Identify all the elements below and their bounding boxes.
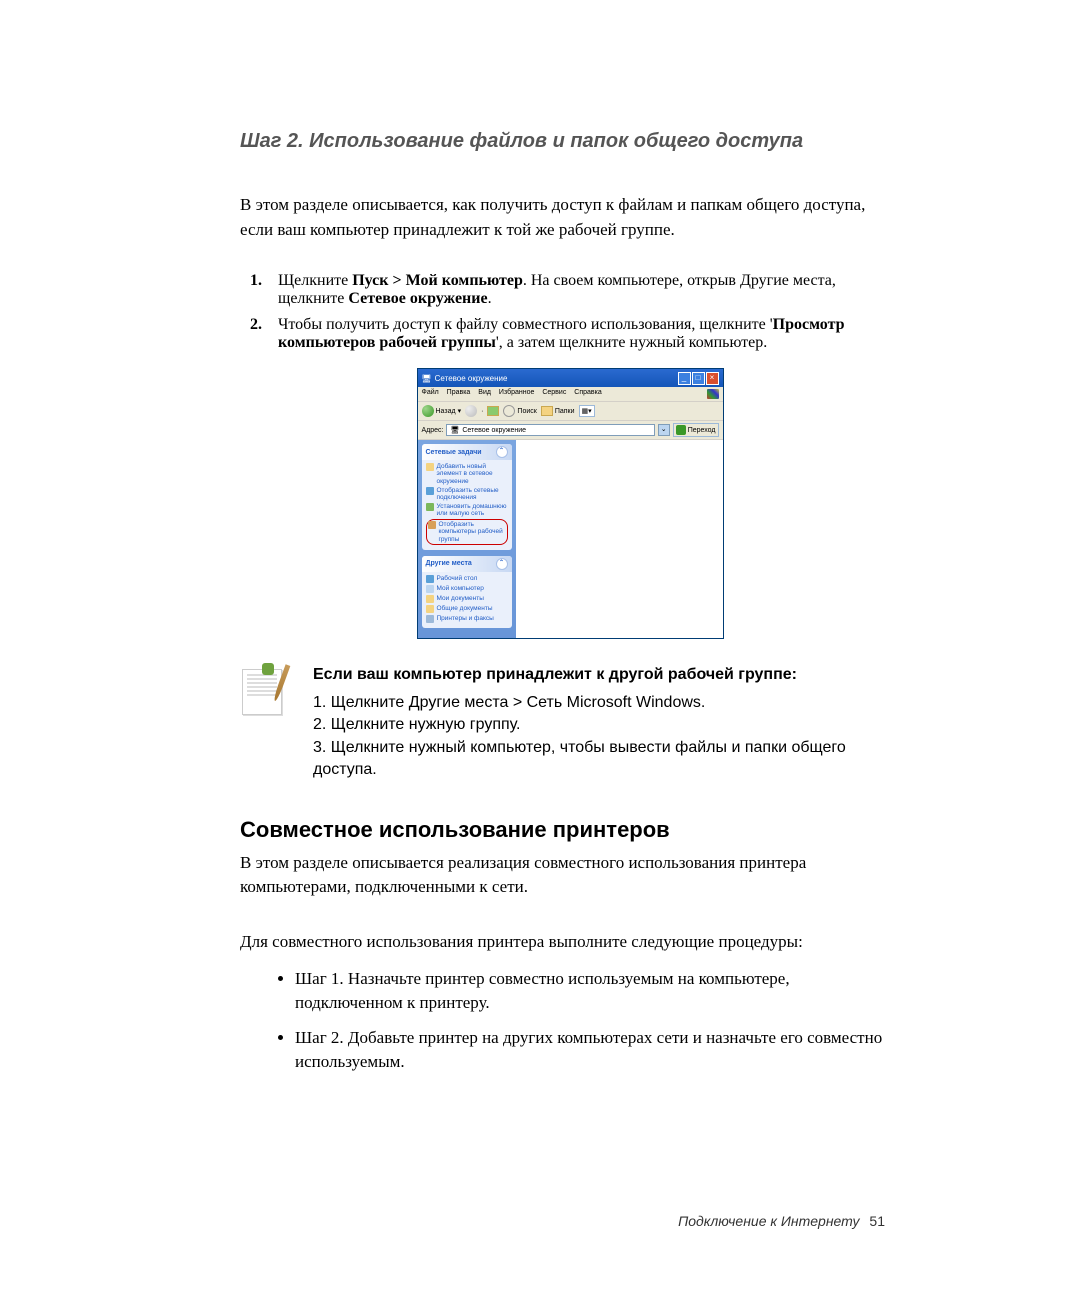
xp-menubar: Файл Правка Вид Избранное Сервис Справка: [418, 387, 723, 402]
addr-dropdown[interactable]: ⌄: [658, 424, 670, 436]
footer-text: Подключение к Интернету: [678, 1213, 859, 1229]
bullet-list: Шаг 1. Назначьте принтер совместно испол…: [240, 967, 900, 1076]
text: ', а затем щелкните нужный компьютер.: [496, 334, 767, 351]
window-title: Сетевое окружение: [435, 374, 508, 383]
go-button[interactable]: Переход: [673, 423, 719, 437]
paragraph: Для совместного использования принтера в…: [240, 930, 900, 955]
task-add-place[interactable]: Добавить новый элемент в сетевое окружен…: [426, 463, 508, 484]
addr-label: Адрес:: [422, 427, 444, 434]
screenshot-network-places: 🖥Сетевое окружение _ □ × Файл Правка Вид…: [417, 368, 724, 638]
xp-addressbar: Адрес: 🖥Сетевое окружение ⌄ Переход: [418, 421, 723, 440]
panel-network-tasks: Сетевые задачи ⌃ Добавить новый элемент в…: [422, 444, 512, 549]
paragraph: В этом разделе описывается реализация со…: [240, 851, 900, 900]
panel-title: Сетевые задачи: [426, 449, 482, 456]
addr-value: Сетевое окружение: [462, 427, 526, 434]
close-button[interactable]: ×: [706, 372, 719, 385]
xp-content-area: [516, 440, 723, 637]
step-title: Шаг 2. Использование файлов и папок обще…: [240, 130, 900, 153]
menu-file[interactable]: Файл: [422, 389, 439, 396]
folders-button[interactable]: Папки: [541, 406, 575, 416]
note-line-3: 3. Щелкните нужный компьютер, чтобы выве…: [313, 737, 900, 782]
up-button[interactable]: [487, 406, 499, 416]
forward-button[interactable]: [465, 405, 477, 417]
text-bold: Сетевое окружение: [348, 290, 487, 307]
text-bold: Пуск > Мой компьютер: [352, 272, 523, 289]
collapse-icon[interactable]: ⌃: [496, 446, 508, 458]
note-title: Если ваш компьютер принадлежит к другой …: [313, 664, 900, 686]
bullet-item: Шаг 1. Назначьте принтер совместно испол…: [295, 967, 900, 1016]
panel-other-places: Другие места ⌃ Рабочий стол Мой компьютер…: [422, 556, 512, 628]
note-icon: [240, 666, 288, 714]
back-button[interactable]: Назад ▾: [422, 405, 462, 417]
collapse-icon[interactable]: ⌃: [496, 558, 508, 570]
xp-toolbar: Назад ▾ · Поиск Папки ▦▾: [418, 402, 723, 421]
intro-paragraph: В этом разделе описывается, как получить…: [240, 193, 900, 242]
place-desktop[interactable]: Рабочий стол: [426, 575, 508, 583]
address-input[interactable]: 🖥Сетевое окружение: [446, 424, 654, 436]
windows-flag-icon: [707, 389, 719, 399]
search-button[interactable]: Поиск: [503, 405, 536, 417]
step-number: 2.: [250, 316, 278, 352]
menu-edit[interactable]: Правка: [447, 389, 471, 396]
place-my-computer[interactable]: Мой компьютер: [426, 585, 508, 593]
task-setup-network[interactable]: Установить домашнюю или малую сеть: [426, 503, 508, 517]
step-1: 1. Щелкните Пуск > Мой компьютер. На сво…: [250, 272, 900, 308]
menu-help[interactable]: Справка: [574, 389, 601, 396]
menu-favorites[interactable]: Избранное: [499, 389, 534, 396]
app-icon: 🖥: [422, 374, 432, 383]
place-shared-docs[interactable]: Общие документы: [426, 605, 508, 613]
place-my-documents[interactable]: Мои документы: [426, 595, 508, 603]
bullet-item: Шаг 2. Добавьте принтер на других компью…: [295, 1026, 900, 1075]
numbered-steps: 1. Щелкните Пуск > Мой компьютер. На сво…: [240, 272, 900, 352]
section-heading: Совместное использование принтеров: [240, 817, 900, 843]
page-number: 51: [869, 1213, 885, 1229]
maximize-button[interactable]: □: [692, 372, 705, 385]
xp-sidebar: Сетевые задачи ⌃ Добавить новый элемент в…: [418, 440, 516, 637]
task-view-connections[interactable]: Отобразить сетевые подключения: [426, 487, 508, 501]
task-view-workgroup[interactable]: Отобразить компьютеры рабочей группы: [426, 519, 508, 544]
note-line-2: 2. Щелкните нужную группу.: [313, 714, 900, 736]
text: Щелкните: [278, 272, 352, 289]
text: .: [488, 290, 492, 307]
step-number: 1.: [250, 272, 278, 308]
note-line-1: 1. Щелкните Другие места > Сеть Microsof…: [313, 692, 900, 714]
place-printers[interactable]: Принтеры и факсы: [426, 615, 508, 623]
menu-view[interactable]: Вид: [478, 389, 491, 396]
views-button[interactable]: ▦▾: [579, 405, 595, 417]
xp-titlebar: 🖥Сетевое окружение _ □ ×: [418, 369, 723, 387]
minimize-button[interactable]: _: [678, 372, 691, 385]
panel-title: Другие места: [426, 560, 472, 567]
text: Чтобы получить доступ к файлу совместног…: [278, 316, 773, 333]
menu-tools[interactable]: Сервис: [542, 389, 566, 396]
page-footer: Подключение к Интернету 51: [678, 1213, 885, 1229]
note-block: Если ваш компьютер принадлежит к другой …: [240, 664, 900, 782]
step-2: 2. Чтобы получить доступ к файлу совмест…: [250, 316, 900, 352]
